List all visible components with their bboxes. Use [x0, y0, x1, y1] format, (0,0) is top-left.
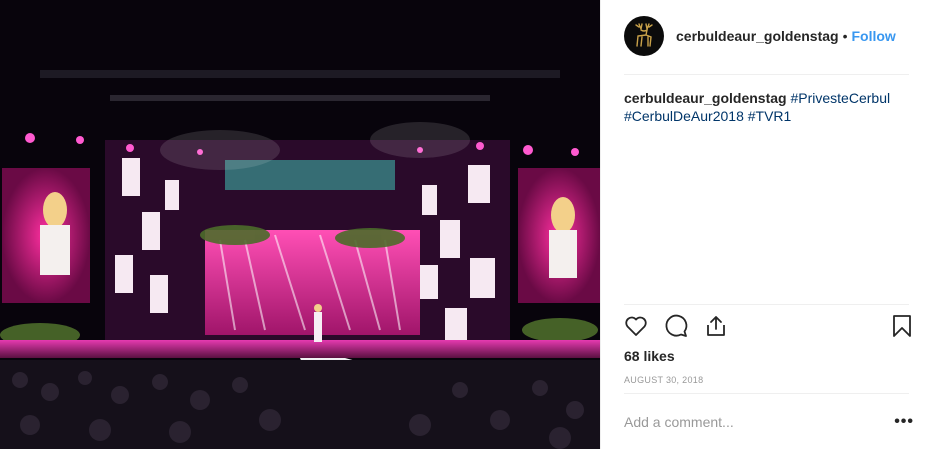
- follow-button[interactable]: Follow: [852, 28, 896, 44]
- hashtag-link[interactable]: #TVR1: [748, 108, 792, 124]
- post-date: AUGUST 30, 2018: [624, 375, 704, 385]
- concert-stage-image: [0, 0, 600, 449]
- share-icon: [707, 316, 725, 336]
- comment-input[interactable]: [624, 413, 874, 430]
- comment-button[interactable]: [663, 313, 691, 341]
- post-photo[interactable]: [0, 0, 600, 449]
- golden-stag-logo-icon: [635, 23, 653, 47]
- username-link[interactable]: cerbuldeaur_goldenstag: [676, 28, 839, 44]
- post-sidebar: cerbuldeaur_goldenstag • Follow cerbulde…: [600, 0, 932, 449]
- hashtag-link[interactable]: #PrivesteCerbul: [790, 90, 890, 106]
- caption-username-link[interactable]: cerbuldeaur_goldenstag: [624, 90, 787, 106]
- post-header: cerbuldeaur_goldenstag • Follow: [624, 15, 914, 57]
- bookmark-icon: [893, 315, 911, 337]
- comment-form: •••: [624, 394, 914, 449]
- share-button[interactable]: [703, 313, 731, 341]
- likes-count[interactable]: 68 likes: [624, 348, 675, 364]
- comment-icon: [665, 314, 688, 337]
- hashtag-link[interactable]: #CerbulDeAur2018: [624, 108, 744, 124]
- separator-dot: •: [842, 28, 848, 44]
- save-button[interactable]: [889, 313, 917, 341]
- divider: [624, 74, 909, 75]
- avatar[interactable]: [624, 16, 664, 56]
- heart-icon: [625, 316, 647, 336]
- post-actions: [623, 313, 915, 343]
- like-button[interactable]: [623, 313, 651, 341]
- post-caption: cerbuldeaur_goldenstag #PrivesteCerbul #…: [624, 89, 914, 125]
- divider: [624, 304, 909, 305]
- more-options-icon[interactable]: •••: [894, 413, 914, 431]
